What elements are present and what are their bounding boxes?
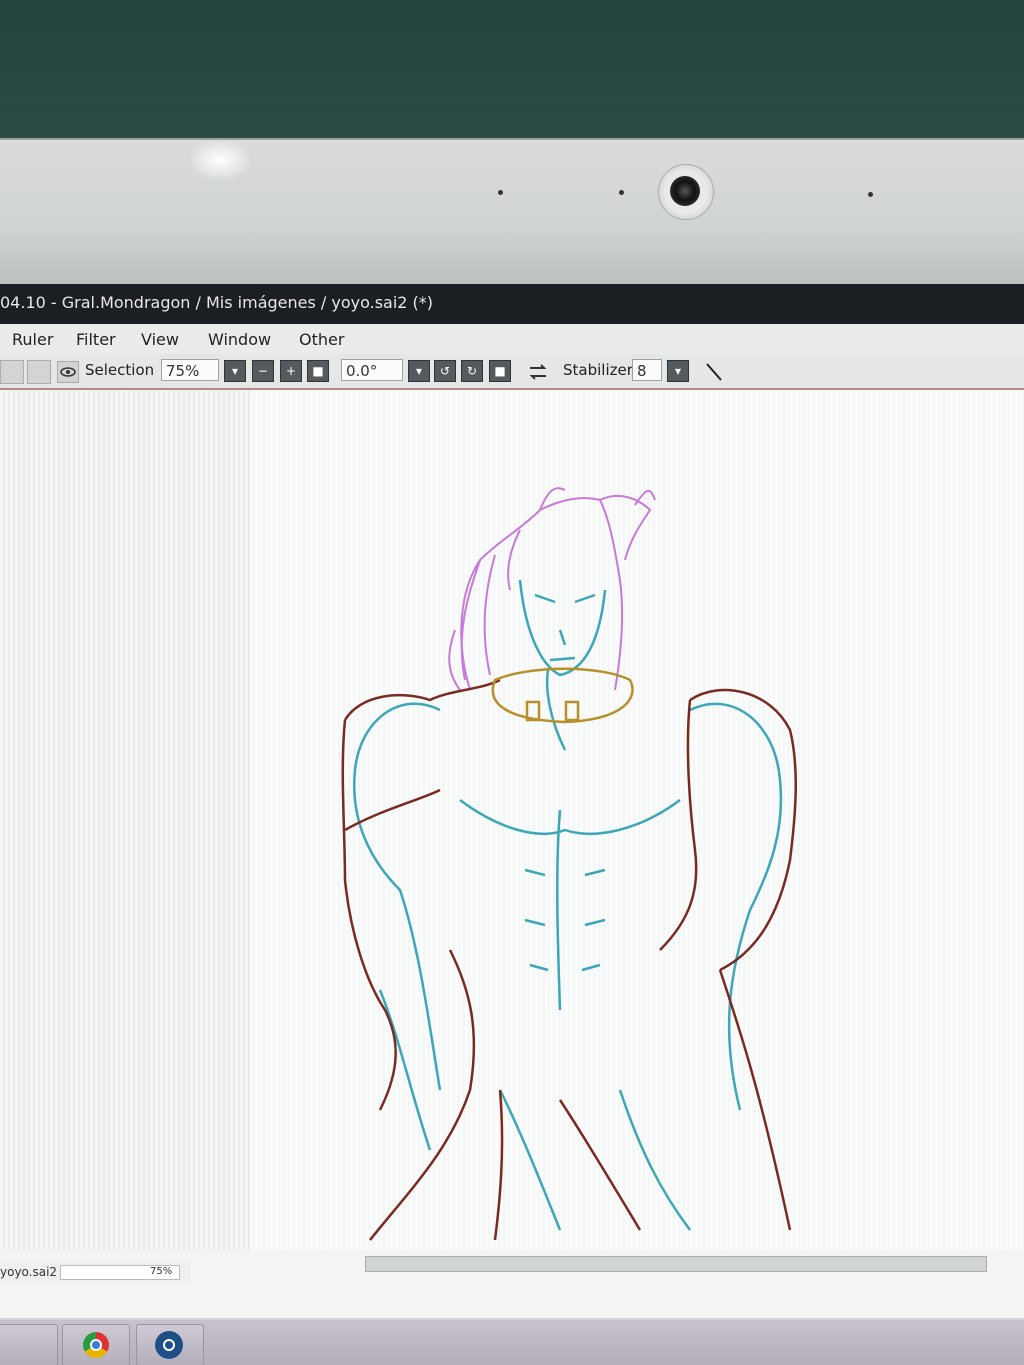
monitor-bezel: [0, 138, 1024, 290]
stabilizer-dropdown-icon[interactable]: ▾: [667, 360, 689, 382]
stabilizer-field[interactable]: 8: [632, 359, 662, 381]
rotation-field[interactable]: 0.0°: [341, 359, 403, 381]
rotation-reset-icon[interactable]: ■: [489, 360, 511, 382]
menu-view[interactable]: View: [141, 330, 179, 349]
zoom-out-icon[interactable]: −: [252, 360, 274, 382]
zoom-dropdown-icon[interactable]: ▾: [224, 360, 246, 382]
tool-button[interactable]: [27, 360, 51, 384]
selection-label: Selection: [85, 361, 155, 379]
rotate-right-icon[interactable]: ↻: [461, 360, 483, 382]
line-tool-icon[interactable]: [704, 360, 724, 384]
chrome-icon: [83, 1332, 109, 1358]
menu-other[interactable]: Other: [299, 330, 344, 349]
menu-window[interactable]: Window: [208, 330, 271, 349]
bezel-dot: [619, 190, 624, 195]
menu-ruler[interactable]: Ruler: [12, 330, 53, 349]
bezel-dot: [868, 192, 873, 197]
screen: 04.10 - Gral.Mondragon / Mis imágenes / …: [0, 284, 1024, 1365]
bezel-dot: [498, 190, 503, 195]
status-zoom: 75%: [150, 1266, 173, 1277]
drawing-canvas[interactable]: [0, 390, 1024, 1250]
status-bar: yoyo.sai2 75%: [0, 1262, 190, 1282]
rotation-dropdown-icon[interactable]: ▾: [408, 360, 430, 382]
webcam-icon: [670, 176, 700, 206]
zoom-in-icon[interactable]: +: [280, 360, 302, 382]
eye-icon[interactable]: [57, 361, 79, 383]
taskbar-steam-button[interactable]: [136, 1324, 204, 1365]
tool-button[interactable]: [0, 360, 24, 384]
zoom-field[interactable]: 75%: [161, 359, 219, 381]
steam-icon: [155, 1331, 183, 1359]
background-wall: [0, 0, 1024, 140]
character-sketch: [341, 487, 798, 1241]
toolbar: Selection 75% ▾ − + ■ 0.0° ▾ ↺ ↻ ■ Stabi…: [0, 354, 1024, 390]
menu-bar: Ruler Filter View Window Other: [0, 324, 1024, 354]
zoom-reset-icon[interactable]: ■: [307, 360, 329, 382]
taskbar-chrome-button[interactable]: [62, 1324, 130, 1365]
horizontal-scrollbar[interactable]: [365, 1256, 987, 1272]
taskbar: [0, 1318, 1024, 1365]
light-glare: [190, 140, 250, 180]
rotate-left-icon[interactable]: ↺: [434, 360, 456, 382]
stabilizer-label: Stabilizer: [563, 361, 633, 379]
blank-app-icon[interactable]: [0, 1324, 58, 1365]
window-titlebar: 04.10 - Gral.Mondragon / Mis imágenes / …: [0, 284, 1024, 324]
status-filename: yoyo.sai2: [0, 1265, 58, 1279]
flip-icon[interactable]: [527, 362, 549, 382]
window-title: 04.10 - Gral.Mondragon / Mis imágenes / …: [0, 293, 434, 312]
menu-filter[interactable]: Filter: [76, 330, 116, 349]
